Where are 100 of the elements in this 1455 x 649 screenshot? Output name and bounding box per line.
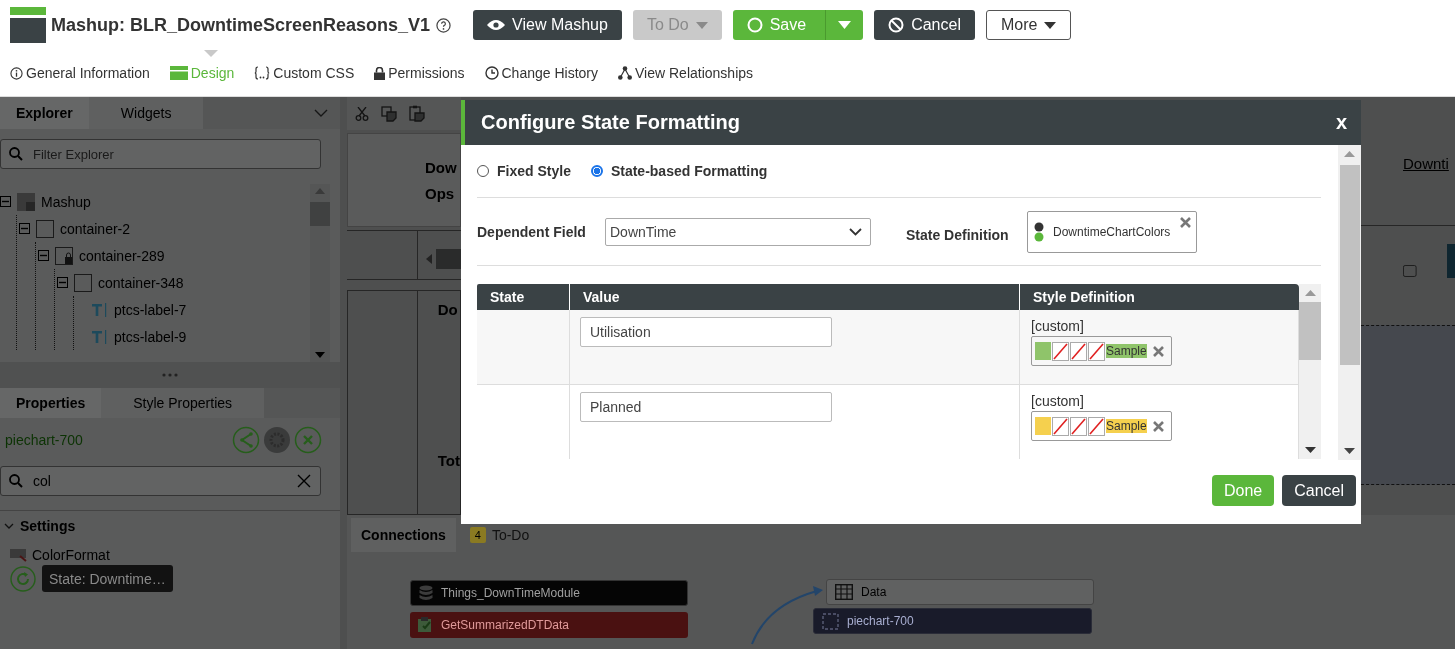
app-logo-icon <box>10 7 46 43</box>
scroll-left-icon[interactable] <box>426 254 432 264</box>
format-icon <box>10 548 28 562</box>
widget-edge <box>1446 244 1455 278</box>
collapse-icon[interactable] <box>57 277 68 288</box>
field-label: Dependent Field <box>477 223 587 240</box>
lock-icon <box>374 66 386 80</box>
scroll-thumb[interactable] <box>310 202 330 226</box>
scroll-up-icon[interactable] <box>315 188 325 194</box>
scroll-down-icon[interactable] <box>1304 447 1316 453</box>
collapse-icon[interactable] <box>38 250 49 261</box>
filter-field[interactable]: Filter Explorer <box>0 139 321 169</box>
drag-handle-icon[interactable] <box>162 373 178 377</box>
canvas-label: Dow <box>425 158 458 176</box>
canvas-label: Ops <box>425 184 456 202</box>
caret-icon <box>1044 21 1057 29</box>
nav-tab[interactable]: General Information <box>8 60 152 86</box>
chevron-down-icon[interactable] <box>4 522 14 530</box>
mashup-icon <box>17 192 35 211</box>
view-mashup-button[interactable]: View Mashup <box>473 10 622 40</box>
tree-item[interactable]: ptcs-label-9 <box>114 328 187 345</box>
cancel-button[interactable]: Cancel <box>874 10 975 40</box>
selection-icon <box>822 612 839 630</box>
cut-icon[interactable] <box>355 106 369 121</box>
caret-icon <box>695 21 708 29</box>
tree-item[interactable]: ptcs-label-7 <box>114 301 187 318</box>
state-formatting-button[interactable]: State: Downtime… <box>42 565 173 592</box>
panel-tab[interactable]: Widgets <box>88 97 204 129</box>
radio-button[interactable] <box>590 165 603 177</box>
collapse-icon[interactable] <box>19 223 30 234</box>
selection-pointer-icon <box>204 50 218 57</box>
scroll-thumb[interactable] <box>1339 165 1360 365</box>
scroll-up-icon[interactable] <box>1304 290 1316 296</box>
scrollbar[interactable] <box>1299 284 1321 459</box>
nav-tab[interactable]: Custom CSS <box>252 60 357 86</box>
paste-icon[interactable] <box>409 105 425 122</box>
copy-icon[interactable] <box>381 105 397 122</box>
panel-tab[interactable]: Style Properties <box>101 388 265 418</box>
state-definition-chip[interactable]: DowntimeChartColors <box>1027 210 1197 253</box>
remove-icon[interactable] <box>1180 216 1191 228</box>
connection-node[interactable]: Data <box>826 579 1094 605</box>
remove-icon[interactable] <box>1152 420 1164 432</box>
cancel-button[interactable]: Cancel <box>1282 475 1356 506</box>
service-icon <box>418 617 433 633</box>
style-preview[interactable]: Sample <box>1031 336 1172 366</box>
scroll-up-icon[interactable] <box>1344 151 1355 157</box>
remove-icon[interactable] <box>1152 345 1164 357</box>
braces-icon <box>254 66 271 80</box>
collapse-icon[interactable] <box>0 196 11 207</box>
no-color-icon <box>1052 416 1069 436</box>
no-color-icon <box>1070 416 1087 436</box>
checkbox-icon[interactable] <box>1403 264 1417 278</box>
tree-item[interactable]: container-2 <box>60 220 131 237</box>
sample-text: Sample <box>1106 419 1147 433</box>
clear-icon[interactable] <box>297 474 311 488</box>
eye-icon <box>487 19 506 31</box>
close-button[interactable]: x <box>1335 111 1347 134</box>
scroll-thumb[interactable] <box>436 249 461 269</box>
info-icon <box>10 66 23 80</box>
section-heading: Settings <box>20 518 76 534</box>
total-label: Tot <box>437 452 460 469</box>
table-icon <box>835 584 853 600</box>
no-color-icon <box>1070 341 1087 361</box>
value-field[interactable]: Utilisation <box>580 317 832 347</box>
menu-button[interactable]: More <box>985 10 1072 40</box>
style-name: [custom] <box>1031 318 1085 334</box>
state-dots-icon <box>1034 221 1044 242</box>
nav-tab[interactable]: View Relationships <box>616 60 756 86</box>
panel-tab[interactable]: Explorer <box>0 97 89 129</box>
no-color-icon <box>1088 341 1105 361</box>
tree-item[interactable]: container-289 <box>79 247 165 264</box>
chevron-down-icon[interactable] <box>314 109 328 117</box>
gear-icon[interactable] <box>263 426 291 454</box>
scrollbar[interactable] <box>1338 145 1361 460</box>
text-label-icon <box>92 301 108 318</box>
value-field[interactable]: Planned <box>580 392 832 422</box>
nav-tab[interactable]: Permissions <box>372 60 467 86</box>
sample-text: Sample <box>1106 344 1147 358</box>
no-color-icon <box>1088 416 1105 436</box>
dialog-title: Configure State Formatting <box>481 111 740 134</box>
connection-node[interactable]: GetSummarizedDTData <box>410 612 688 638</box>
column-header: Do <box>437 301 459 318</box>
dependent-field-dropdown[interactable]: DownTime <box>605 217 871 246</box>
scroll-down-icon[interactable] <box>1344 448 1355 454</box>
caret-icon <box>838 21 852 29</box>
help-icon[interactable] <box>436 17 452 33</box>
style-preview[interactable]: Sample <box>1031 411 1172 441</box>
property-search-field[interactable]: col <box>0 466 321 496</box>
scrollbar[interactable] <box>310 184 330 362</box>
nav-tab[interactable]: Change History <box>482 60 600 86</box>
tree-item[interactable]: Mashup <box>41 193 91 210</box>
connection-node[interactable]: piechart-700 <box>813 608 1092 634</box>
tree-item[interactable]: container-348 <box>98 274 184 291</box>
scroll-thumb[interactable] <box>1299 302 1321 360</box>
connection-node[interactable]: Things_DownTimeModule <box>410 580 688 606</box>
search-icon <box>9 147 23 161</box>
panel-tab[interactable]: Connections <box>351 518 456 552</box>
save-options-button[interactable] <box>825 10 864 40</box>
search-icon <box>9 474 23 488</box>
panel-tab[interactable]: Properties <box>0 388 102 418</box>
